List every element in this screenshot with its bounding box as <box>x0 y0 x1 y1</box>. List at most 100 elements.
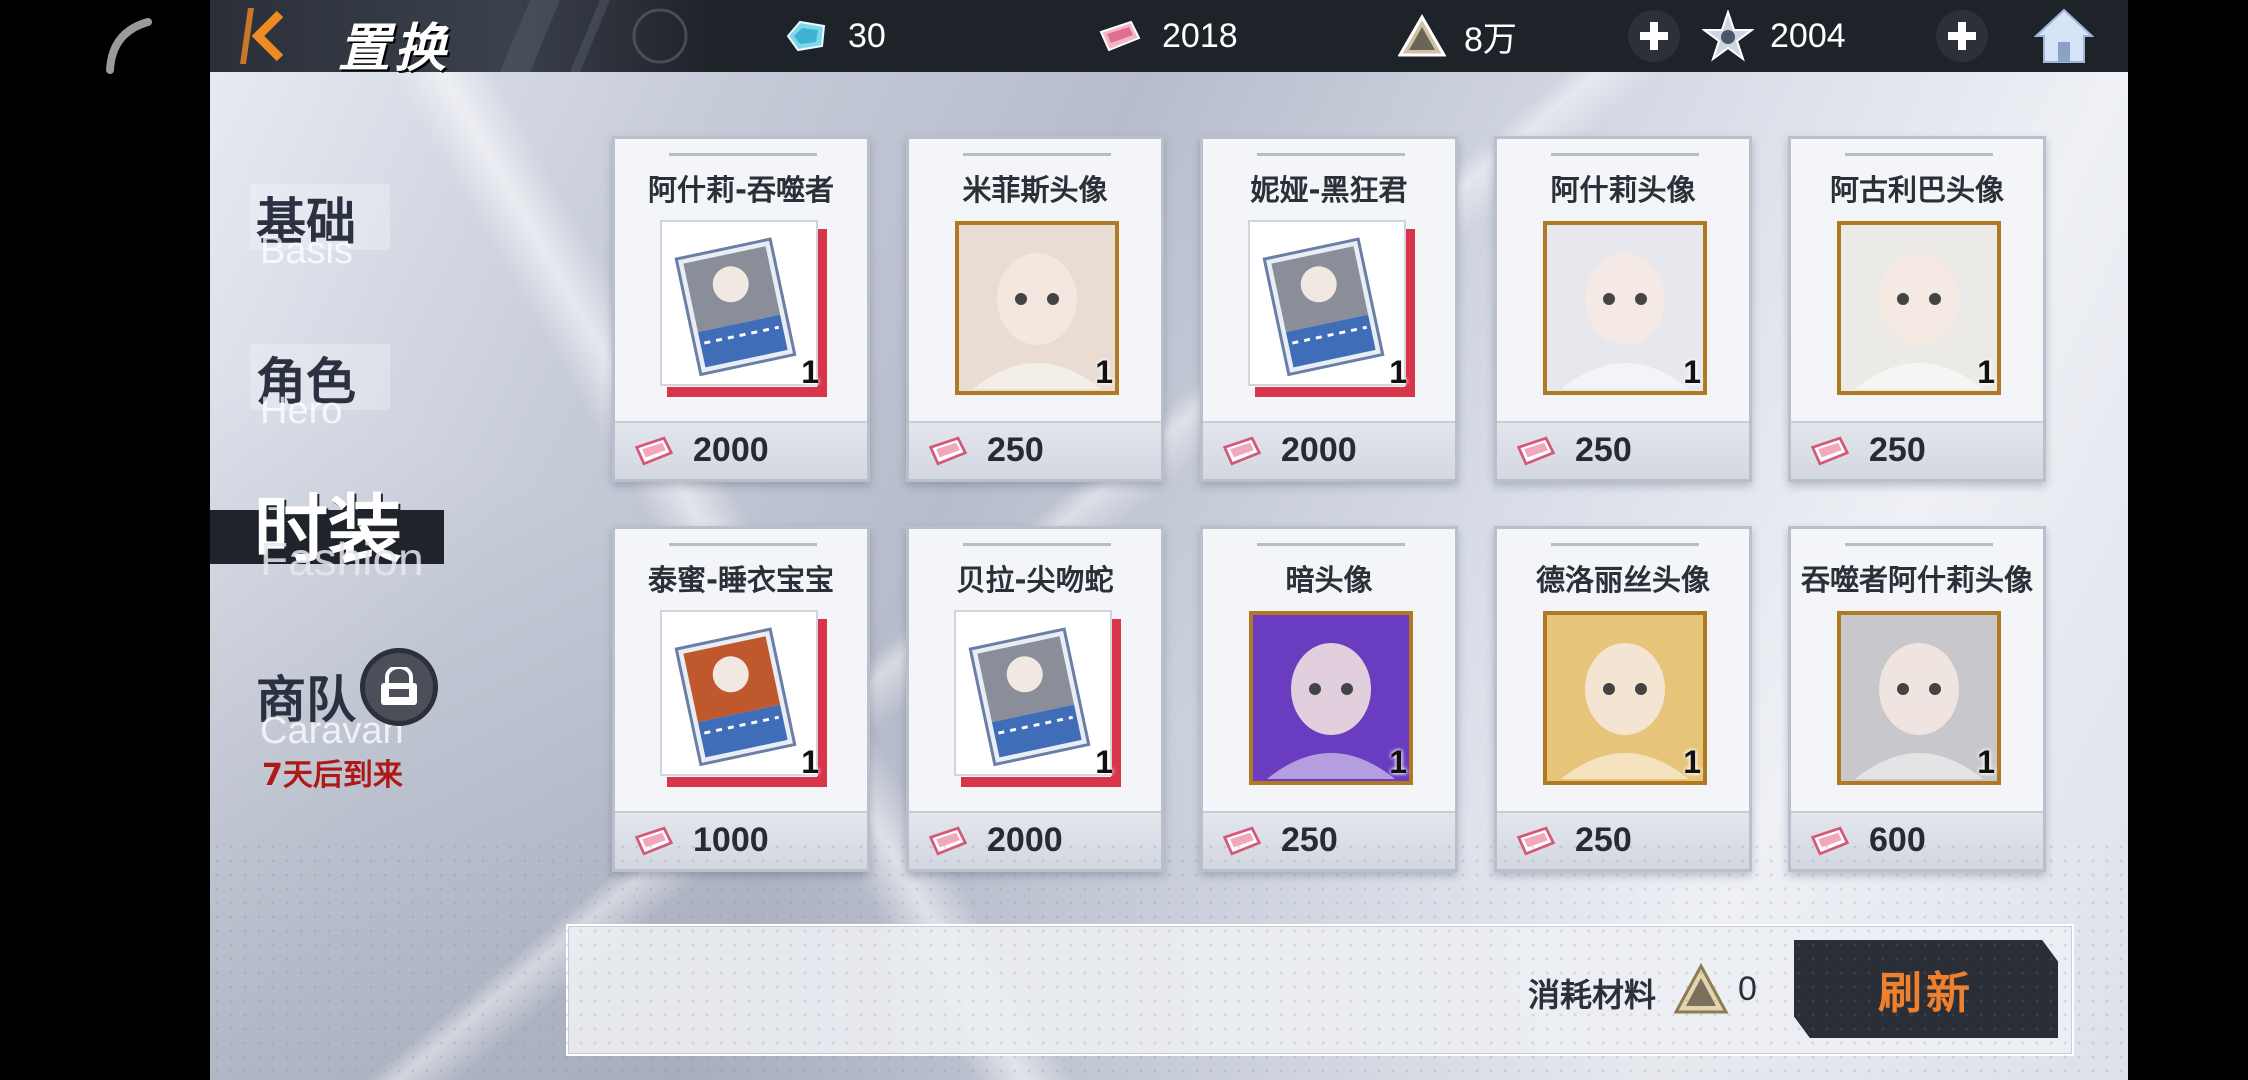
item-quantity: 1 <box>1977 744 1995 780</box>
item-price: 1000 <box>693 821 769 859</box>
item-name: 贝拉-尖吻蛇 <box>956 563 1114 597</box>
crystal-count: 30 <box>848 16 886 55</box>
plus-icon <box>1948 22 1976 50</box>
sidebar-item-sublabel: Fashion <box>260 533 424 585</box>
bottom-panel: 消耗材料 0 刷新 <box>566 924 2074 1056</box>
price-bar: 250 <box>1497 811 1749 869</box>
card-divider <box>669 153 817 156</box>
ticket-icon <box>1810 826 1850 856</box>
card-divider <box>1551 543 1699 546</box>
star-coin-icon <box>1702 10 1754 62</box>
resource-crystal: 30 <box>780 0 886 72</box>
shop-item-card-9[interactable]: 德洛丽丝头像 1 250 <box>1494 526 1752 872</box>
item-name: 妮娅-黑狂君 <box>1250 173 1408 207</box>
shop-item-card-2[interactable]: 米菲斯头像 1 250 <box>906 136 1164 482</box>
item-quantity: 1 <box>1683 354 1701 390</box>
item-quantity: 1 <box>1683 744 1701 780</box>
resource-material: 8万 <box>1396 0 1517 72</box>
item-quantity: 1 <box>1095 354 1113 390</box>
item-quantity: 1 <box>801 744 819 780</box>
crystal-icon <box>780 10 832 62</box>
item-price: 250 <box>1281 821 1338 859</box>
system-back-icon[interactable] <box>100 14 160 74</box>
cost-value: 0 <box>1738 970 1757 1008</box>
item-quantity: 1 <box>1977 354 1995 390</box>
card-divider <box>1845 543 1993 546</box>
card-divider <box>1257 543 1405 546</box>
sidebar-item-sublabel: Basis <box>260 230 353 272</box>
home-icon[interactable] <box>2034 6 2094 66</box>
item-quantity: 1 <box>801 354 819 390</box>
page-title: 置换 <box>338 19 451 79</box>
lock-icon <box>360 648 438 726</box>
ticket-icon <box>634 826 674 856</box>
item-image: 1 <box>1247 609 1415 787</box>
card-divider <box>1845 153 1993 156</box>
shop-item-card-8[interactable]: 暗头像 1 250 <box>1200 526 1458 872</box>
item-image: 1 <box>659 609 827 787</box>
item-name: 德洛丽丝头像 <box>1535 563 1710 597</box>
item-price: 2000 <box>987 821 1063 859</box>
top-bar: 置换 30 2018 8万 2004 <box>210 0 2128 79</box>
item-price: 250 <box>987 431 1044 469</box>
shop-item-card-4[interactable]: 阿什莉头像 1 250 <box>1494 136 1752 482</box>
item-name: 米菲斯头像 <box>962 173 1108 207</box>
screen: 置换 30 2018 8万 2004 基础 Basis 角色 Hero 时装 F… <box>0 0 2248 1080</box>
item-name: 吞噬者阿什莉头像 <box>1800 563 2033 597</box>
card-divider <box>963 543 1111 546</box>
sidebar-item-fashion[interactable]: 时装 Fashion <box>210 470 450 590</box>
item-price: 2000 <box>693 431 769 469</box>
material-count: 8万 <box>1464 20 1517 59</box>
item-image: 1 <box>1835 609 2003 787</box>
item-image: 1 <box>659 219 827 397</box>
price-bar: 2000 <box>1203 421 1455 479</box>
ticket-icon <box>1094 10 1146 62</box>
shop-item-card-6[interactable]: 泰蜜-睡衣宝宝 1 1000 <box>612 526 870 872</box>
sidebar-item-basis[interactable]: 基础 Basis <box>210 180 450 280</box>
item-name: 阿古利巴头像 <box>1829 173 2004 207</box>
item-image: 1 <box>1541 219 1709 397</box>
add-star-coin-button[interactable] <box>1936 10 1988 62</box>
card-divider <box>1257 153 1405 156</box>
ticket-icon <box>1222 826 1262 856</box>
shop-item-card-1[interactable]: 阿什莉-吞噬者 1 2000 <box>612 136 870 482</box>
item-image: 1 <box>1247 219 1415 397</box>
item-quantity: 1 <box>1389 354 1407 390</box>
item-price: 600 <box>1869 821 1926 859</box>
price-bar: 2000 <box>615 421 867 479</box>
star-coin-count: 2004 <box>1770 16 1846 55</box>
item-price: 250 <box>1575 431 1632 469</box>
back-arrow-icon[interactable] <box>240 8 300 64</box>
price-bar: 250 <box>1497 421 1749 479</box>
plus-icon <box>1640 22 1668 50</box>
refresh-button[interactable]: 刷新 <box>1794 940 2058 1038</box>
resource-star-coin: 2004 <box>1702 0 1846 72</box>
ticket-icon <box>634 436 674 466</box>
item-price: 250 <box>1869 431 1926 469</box>
item-image: 1 <box>953 219 1121 397</box>
sidebar-item-hero[interactable]: 角色 Hero <box>210 340 450 440</box>
card-divider <box>1551 153 1699 156</box>
ticket-icon <box>1516 826 1556 856</box>
item-quantity: 1 <box>1095 744 1113 780</box>
item-name: 暗头像 <box>1285 563 1373 597</box>
shop-item-card-3[interactable]: 妮娅-黑狂君 1 2000 <box>1200 136 1458 482</box>
price-bar: 250 <box>1791 421 2043 479</box>
item-image: 1 <box>1835 219 2003 397</box>
ticket-icon <box>1222 436 1262 466</box>
shop-item-card-7[interactable]: 贝拉-尖吻蛇 1 2000 <box>906 526 1164 872</box>
refresh-label: 刷新 <box>1878 968 1974 1019</box>
shop-item-card-10[interactable]: 吞噬者阿什莉头像 1 600 <box>1788 526 2046 872</box>
item-price: 250 <box>1575 821 1632 859</box>
card-divider <box>669 543 817 546</box>
price-bar: 250 <box>909 421 1161 479</box>
item-price: 2000 <box>1281 431 1357 469</box>
ticket-icon <box>928 436 968 466</box>
item-image: 1 <box>953 609 1121 787</box>
shop-item-card-5[interactable]: 阿古利巴头像 1 250 <box>1788 136 2046 482</box>
add-material-button[interactable] <box>1628 10 1680 62</box>
material-triangle-icon <box>1674 962 1728 1014</box>
item-name: 阿什莉头像 <box>1550 173 1696 207</box>
price-bar: 600 <box>1791 811 2043 869</box>
ticket-icon <box>1516 436 1556 466</box>
